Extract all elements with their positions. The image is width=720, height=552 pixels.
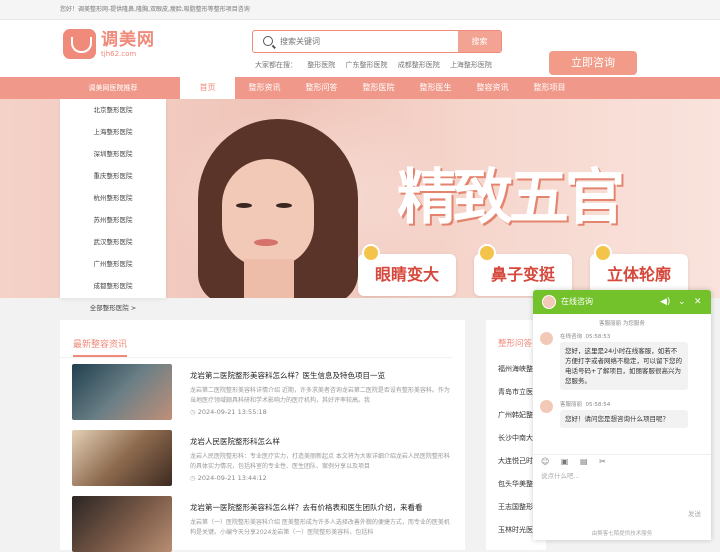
hot-label: 大家都在搜： xyxy=(255,61,297,69)
message-sender: 在线咨询 xyxy=(560,334,583,340)
logo-domain: tjh62.com xyxy=(101,49,137,58)
chevron-down-icon[interactable]: ⌄ xyxy=(678,290,686,314)
hospital-sidebar: 北京整形医院 上海整形医院 深圳整形医院 重庆整形医院 杭州整形医院 苏州整形医… xyxy=(60,99,166,312)
search-bar: 搜索 xyxy=(252,30,502,53)
article-item[interactable]: 龙岩人民医院整形科怎么样 龙岩人民医院整形科：专业医疗实力，打造美丽新起点 本文… xyxy=(72,430,452,486)
article-title[interactable]: 龙岩人民医院整形科怎么样 xyxy=(190,436,280,447)
article-item[interactable]: 龙岩第一医院整形美容科怎么样？去有价格表和医生团队介绍，来看看 龙岩第（一）医院… xyxy=(72,496,452,552)
header: 调美网 tjh62.com 搜索 大家都在搜： 整形医院 广东整形医院 成都整形… xyxy=(0,20,720,77)
agent-avatar xyxy=(540,400,553,413)
article-desc: 龙岩第（一）医院整形美容科介绍 医美整形成为许多人选择改善外貌的便捷方式，而专业… xyxy=(190,519,450,536)
message-text: 您好！请问您是想咨询什么项目呢？ xyxy=(560,410,688,428)
article-time: 2024-09-21 13:44:12 xyxy=(190,474,267,482)
chat-header[interactable]: 在线咨询 ◀) ⌄ ✕ xyxy=(533,290,711,314)
banner-card: 眼睛变大 xyxy=(358,244,456,296)
sidebar-item[interactable]: 上海整形医院 xyxy=(60,121,166,143)
sidebar-item[interactable]: 重庆整形医院 xyxy=(60,165,166,187)
close-icon[interactable]: ✕ xyxy=(694,290,702,314)
nav-item-home[interactable]: 首页 xyxy=(180,77,235,99)
banner-title: 精致五官 xyxy=(397,163,625,233)
emoji-icon[interactable]: ☺ xyxy=(541,457,549,466)
model-eye xyxy=(236,203,252,208)
sidebar-item[interactable]: 武汉整形医院 xyxy=(60,231,166,253)
chat-system-notice: 客服丽丽 为您服务 xyxy=(599,321,645,327)
sidebar-item[interactable]: 深圳整形医院 xyxy=(60,143,166,165)
chat-title: 在线咨询 xyxy=(561,297,593,306)
message-sender: 客服丽丽 xyxy=(560,402,583,408)
nav-item-projects[interactable]: 整形项目 xyxy=(522,77,577,99)
message-time: 05:58:53 xyxy=(585,334,611,340)
scissors-icon[interactable]: ✂ xyxy=(599,457,606,466)
nav-item-doctors[interactable]: 整形医生 xyxy=(408,77,463,99)
topbar: 您好！调美整形网-提供隆鼻,隆胸,双眼皮,瘦脸,吸脂整形等整形项目咨询 xyxy=(0,0,720,20)
chat-toolbar: ☺ ▣ ▤ ✂ xyxy=(533,454,711,468)
nav-category[interactable]: 调美网医院推荐 xyxy=(60,77,166,99)
consult-button[interactable]: 立即咨询 xyxy=(549,51,637,75)
chat-input[interactable]: 说点什么吧... xyxy=(541,470,580,480)
main-nav: 调美网医院推荐 首页 整形资讯 整形问答 整形医院 整形医生 整容资讯 整形项目 xyxy=(0,77,720,99)
topbar-text: 您好！调美整形网-提供隆鼻,隆胸,双眼皮,瘦脸,吸脂整形等整形项目咨询 xyxy=(60,6,250,13)
chat-message: 在线咨询 05:58:53 您好，这里是24小时在线客服，如若不方便打字或者网络… xyxy=(540,332,705,392)
article-item[interactable]: 龙岩第二医院整形美容科怎么样？医生信息及特色项目一览 龙岩第二医院整形美容科详情… xyxy=(72,364,452,420)
article-desc: 龙岩人民医院整形科：专业医疗实力，打造美丽新起点 本文将为大家详细介绍龙岩人民医… xyxy=(190,453,450,470)
send-button[interactable]: 发送 xyxy=(688,508,701,518)
hot-item[interactable]: 成都整形医院 xyxy=(398,61,440,69)
hot-searches: 大家都在搜： 整形医院 广东整形医院 成都整形医院 上海整形医院 xyxy=(255,60,500,70)
chat-footer: 由獒客七陌提供技术服务 xyxy=(591,531,653,537)
sidebar-item[interactable]: 杭州整形医院 xyxy=(60,187,166,209)
chat-messages: 客服丽丽 为您服务 在线咨询 05:58:53 您好，这里是24小时在线客服，如… xyxy=(533,314,711,454)
logo-name: 调美网 xyxy=(101,29,155,50)
logo[interactable]: 调美网 tjh62.com xyxy=(63,29,155,59)
model-lips xyxy=(254,239,278,246)
message-time: 05:58:54 xyxy=(585,402,611,408)
article-thumbnail[interactable] xyxy=(72,430,172,486)
sidebar-item[interactable]: 北京整形医院 xyxy=(60,99,166,121)
hot-item[interactable]: 上海整形医院 xyxy=(450,61,492,69)
agent-avatar xyxy=(542,295,556,309)
article-thumbnail[interactable] xyxy=(72,364,172,420)
message-text: 您好，这里是24小时在线客服，如若不方便打字或者网络不稳定，可以留下您的电话号码… xyxy=(560,342,688,390)
folder-icon[interactable]: ▤ xyxy=(580,457,588,466)
sidebar-item[interactable]: 成都整形医院 xyxy=(60,275,166,297)
sidebar-item[interactable]: 广州整形医院 xyxy=(60,253,166,275)
article-title[interactable]: 龙岩第二医院整形美容科怎么样？医生信息及特色项目一览 xyxy=(190,370,385,381)
chat-widget: 在线咨询 ◀) ⌄ ✕ 客服丽丽 为您服务 在线咨询 05:58:53 您好，这… xyxy=(533,290,711,540)
model-eye xyxy=(276,203,292,208)
nav-item-hospitals[interactable]: 整形医院 xyxy=(351,77,406,99)
search-input[interactable] xyxy=(280,31,460,52)
article-thumbnail[interactable] xyxy=(72,496,172,552)
hot-item[interactable]: 广东整形医院 xyxy=(345,61,387,69)
sound-icon[interactable]: ◀) xyxy=(660,290,670,314)
search-button[interactable]: 搜索 xyxy=(458,31,501,52)
sidebar-item[interactable]: 苏州整形医院 xyxy=(60,209,166,231)
hot-item[interactable]: 整形医院 xyxy=(307,61,335,69)
article-time: 2024-09-21 13:55:18 xyxy=(190,408,267,416)
agent-avatar xyxy=(540,332,553,345)
nav-item-cosmetic-news[interactable]: 整容资讯 xyxy=(465,77,520,99)
sidebar-item-all[interactable]: 全部整形医院 > xyxy=(60,297,166,319)
model-face xyxy=(222,159,314,267)
section-title: 最新整容资讯 xyxy=(73,337,128,357)
image-icon[interactable]: ▣ xyxy=(561,457,569,466)
article-desc: 龙岩第二医院整形美容科详情介绍 近期，许多求美者咨询龙岩第二医院是否设有整形美容… xyxy=(190,387,450,404)
search-icon xyxy=(263,36,273,46)
chat-message: 客服丽丽 05:58:54 您好！请问您是想咨询什么项目呢？ xyxy=(540,400,705,440)
nav-item-qa[interactable]: 整形问答 xyxy=(294,77,349,99)
nav-item-news[interactable]: 整形资讯 xyxy=(237,77,292,99)
logo-icon xyxy=(63,29,96,59)
latest-news: 最新整容资讯 龙岩第二医院整形美容科怎么样？医生信息及特色项目一览 龙岩第二医院… xyxy=(60,320,465,552)
model-neck xyxy=(244,259,294,298)
article-title[interactable]: 龙岩第一医院整形美容科怎么样？去有价格表和医生团队介绍，来看看 xyxy=(190,502,423,513)
